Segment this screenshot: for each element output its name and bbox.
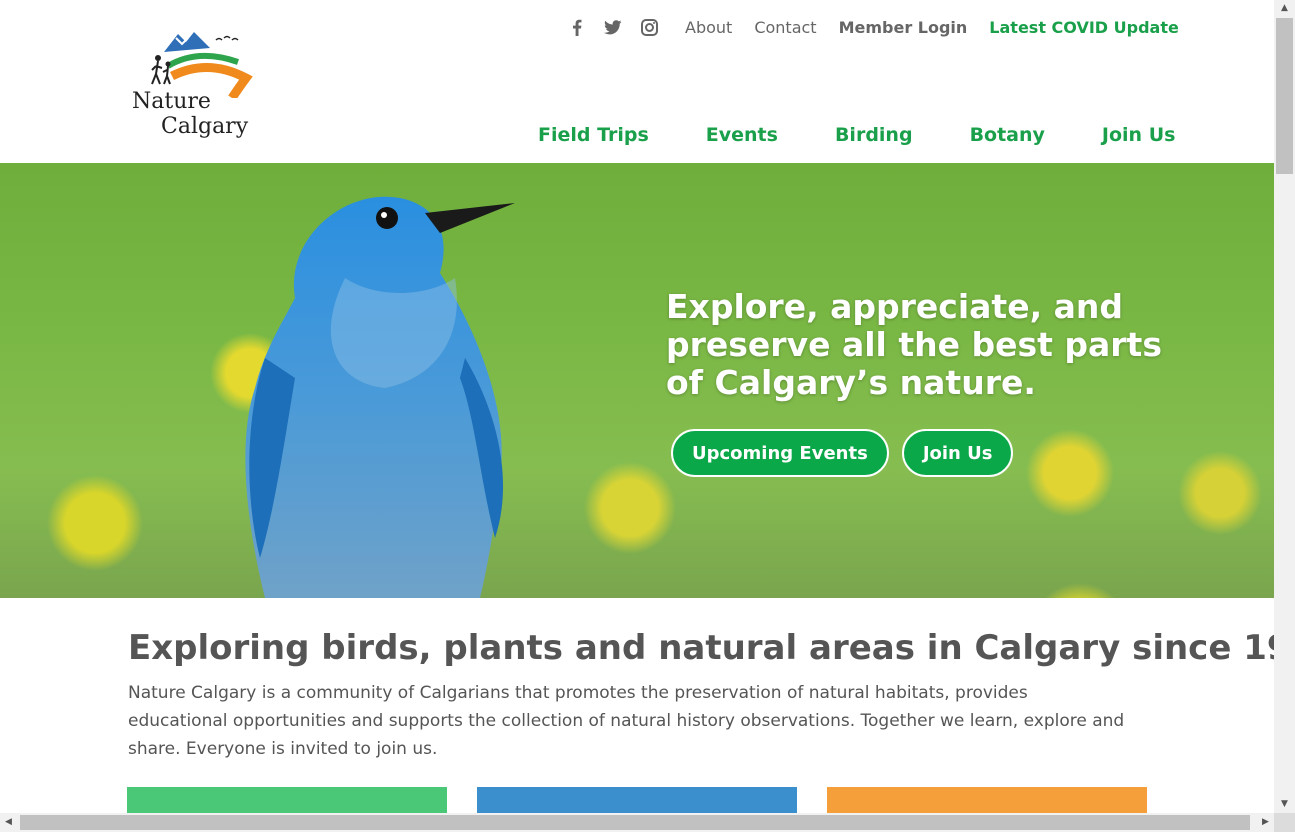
page-title: Exploring birds, plants and natural area… xyxy=(128,628,1295,668)
hero-banner: Explore, appreciate, and preserve all th… xyxy=(0,163,1274,598)
upcoming-events-button[interactable]: Upcoming Events xyxy=(671,429,889,477)
nav-item-birding[interactable]: Birding xyxy=(835,124,913,146)
about-link[interactable]: About xyxy=(685,18,732,37)
covid-update-link[interactable]: Latest COVID Update xyxy=(989,18,1179,37)
scrollbar-corner xyxy=(1274,813,1295,832)
nature-calgary-logo[interactable]: Nature Calgary xyxy=(128,28,258,148)
scroll-left-icon[interactable]: ◀ xyxy=(0,813,17,832)
main-nav: Field Trips Events Birding Botany Join U… xyxy=(538,124,1175,146)
logo-graphic xyxy=(151,32,253,98)
scroll-down-icon[interactable]: ▼ xyxy=(1274,796,1295,813)
intro-paragraph: Nature Calgary is a community of Calgari… xyxy=(128,683,1125,759)
nav-item-events[interactable]: Events xyxy=(706,124,778,146)
logo-text-line1: Nature xyxy=(132,89,211,114)
site-header: Nature Calgary About Contact Member Logi… xyxy=(0,0,1274,163)
feature-card-green[interactable] xyxy=(127,787,447,813)
vertical-scrollbar[interactable]: ▲ ▼ xyxy=(1274,0,1295,813)
hero-buttons: Upcoming Events Join Us xyxy=(671,429,1026,477)
vertical-scroll-thumb[interactable] xyxy=(1276,18,1293,174)
instagram-icon[interactable] xyxy=(638,16,660,38)
feature-card-orange[interactable] xyxy=(827,787,1147,813)
top-bar: About Contact Member Login Latest COVID … xyxy=(566,14,1190,40)
member-login-link[interactable]: Member Login xyxy=(839,18,968,37)
twitter-icon[interactable] xyxy=(602,16,624,38)
logo-text-line2: Calgary xyxy=(161,114,249,139)
join-us-button[interactable]: Join Us xyxy=(901,429,1014,477)
facebook-icon[interactable] xyxy=(566,16,588,38)
horizontal-scroll-thumb[interactable] xyxy=(20,815,1250,830)
nav-item-join-us[interactable]: Join Us xyxy=(1102,124,1176,146)
nav-item-botany[interactable]: Botany xyxy=(970,124,1045,146)
hero-headline: Explore, appreciate, and preserve all th… xyxy=(666,287,1162,402)
contact-link[interactable]: Contact xyxy=(754,18,816,37)
bluebird-image xyxy=(245,196,515,598)
scroll-up-icon[interactable]: ▲ xyxy=(1274,0,1295,17)
scroll-right-icon[interactable]: ▶ xyxy=(1257,813,1274,832)
nav-item-field-trips[interactable]: Field Trips xyxy=(538,124,649,146)
feature-card-blue[interactable] xyxy=(477,787,797,813)
horizontal-scrollbar[interactable]: ◀ ▶ xyxy=(0,813,1274,832)
